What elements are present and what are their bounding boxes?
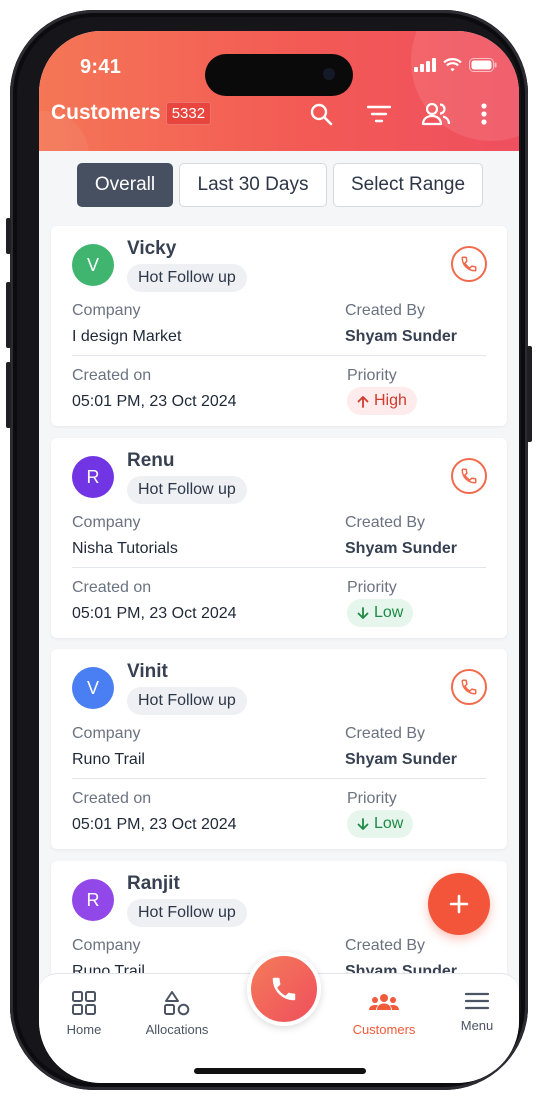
page-title: Customers	[51, 101, 161, 124]
users-icon	[369, 994, 399, 1010]
silent-switch	[6, 218, 11, 254]
customer-count-badge: 5332	[165, 101, 212, 125]
power-button	[527, 346, 532, 442]
priority-value: Low	[374, 604, 404, 621]
search-icon[interactable]	[308, 101, 334, 127]
created-by-label: Created By	[345, 725, 426, 742]
nav-customers[interactable]: Customers	[339, 990, 429, 1037]
phone-icon	[272, 977, 296, 1001]
nav-menu[interactable]: Menu	[432, 990, 519, 1033]
priority-badge: Low	[347, 810, 414, 838]
menu-icon	[464, 992, 490, 1010]
tab-overall[interactable]: Overall	[77, 163, 173, 207]
wifi-icon	[443, 58, 462, 77]
arrow-down-icon	[357, 817, 369, 830]
company-value: Runo Trail	[72, 751, 145, 768]
app-header: 9:41 Customers 5332	[39, 31, 519, 151]
priority-value: Low	[374, 815, 404, 832]
grid-icon	[72, 991, 96, 1015]
status-tag: Hot Follow up	[127, 264, 247, 292]
arrow-up-icon	[357, 395, 369, 408]
nav-label: Allocations	[145, 1022, 209, 1037]
customer-card[interactable]: V Vinit Hot Follow up Company Runo Trail…	[51, 649, 507, 849]
battery-icon	[469, 58, 497, 77]
customer-name: Renu	[127, 450, 175, 471]
avatar: V	[72, 244, 114, 286]
company-label: Company	[72, 937, 141, 954]
plus-icon	[449, 894, 469, 914]
nav-label: Menu	[460, 1018, 494, 1033]
status-tag: Hot Follow up	[127, 899, 247, 927]
created-on-label: Created on	[72, 790, 152, 807]
company-label: Company	[72, 725, 141, 742]
tab-select-range[interactable]: Select Range	[333, 163, 483, 207]
tab-last-30-days[interactable]: Last 30 Days	[179, 163, 327, 207]
priority-label: Priority	[347, 579, 397, 596]
nav-allocations[interactable]: Allocations	[132, 990, 222, 1037]
customer-card[interactable]: V Vicky Hot Follow up Company I design M…	[51, 226, 507, 426]
created-by-label: Created By	[345, 937, 426, 954]
avatar: R	[72, 456, 114, 498]
call-button[interactable]	[451, 246, 487, 282]
screen: 9:41 Customers 5332 Overall Last 30 Days…	[39, 31, 519, 1083]
phone-icon	[461, 256, 477, 272]
priority-label: Priority	[347, 790, 397, 807]
divider	[72, 778, 486, 779]
add-customer-button[interactable]	[428, 873, 490, 935]
created-by-label: Created By	[345, 514, 426, 531]
status-icons	[414, 58, 497, 77]
nav-label: Home	[66, 1022, 102, 1037]
customer-name: Vicky	[127, 238, 177, 259]
volume-down-button	[6, 362, 11, 428]
created-on-value: 05:01 PM, 23 Oct 2024	[72, 816, 237, 833]
customer-name: Vinit	[127, 661, 168, 682]
priority-label: Priority	[347, 367, 397, 384]
company-label: Company	[72, 514, 141, 531]
phone-icon	[461, 468, 477, 484]
created-on-value: 05:01 PM, 23 Oct 2024	[72, 605, 237, 622]
filter-icon[interactable]	[366, 101, 392, 127]
arrow-down-icon	[357, 606, 369, 619]
priority-value: High	[374, 392, 407, 409]
company-value: Nisha Tutorials	[72, 540, 178, 557]
phone-frame: 9:41 Customers 5332 Overall Last 30 Days…	[6, 10, 532, 1090]
status-tag: Hot Follow up	[127, 476, 247, 504]
customer-name: Ranjit	[127, 873, 180, 894]
created-by-value: Shyam Sunder	[345, 328, 458, 345]
priority-badge: Low	[347, 599, 414, 627]
divider	[72, 567, 486, 568]
priority-badge: High	[347, 387, 417, 415]
created-on-value: 05:01 PM, 23 Oct 2024	[72, 393, 237, 410]
signal-icon	[414, 58, 436, 77]
dialer-button[interactable]	[247, 952, 321, 1026]
created-on-label: Created on	[72, 367, 152, 384]
avatar: V	[72, 667, 114, 709]
divider	[72, 355, 486, 356]
volume-up-button	[6, 282, 11, 348]
customer-card[interactable]: R Renu Hot Follow up Company Nisha Tutor…	[51, 438, 507, 638]
created-by-value: Shyam Sunder	[345, 540, 458, 557]
dynamic-island	[205, 54, 353, 96]
call-button[interactable]	[451, 669, 487, 705]
shapes-icon	[164, 991, 190, 1016]
title-row: Customers 5332	[51, 101, 212, 125]
phone-icon	[461, 679, 477, 695]
created-by-value: Shyam Sunder	[345, 751, 458, 768]
users-icon[interactable]	[420, 101, 452, 127]
avatar: R	[72, 879, 114, 921]
nav-home[interactable]: Home	[39, 990, 129, 1037]
status-tag: Hot Follow up	[127, 687, 247, 715]
company-label: Company	[72, 302, 141, 319]
home-indicator[interactable]	[194, 1068, 366, 1074]
company-value: I design Market	[72, 328, 182, 345]
nav-label: Customers	[352, 1022, 416, 1037]
created-by-label: Created By	[345, 302, 426, 319]
more-vertical-icon[interactable]	[478, 101, 490, 127]
status-time: 9:41	[80, 56, 122, 78]
call-button[interactable]	[451, 458, 487, 494]
created-on-label: Created on	[72, 579, 152, 596]
date-range-tabs: Overall Last 30 Days Select Range	[77, 163, 483, 207]
